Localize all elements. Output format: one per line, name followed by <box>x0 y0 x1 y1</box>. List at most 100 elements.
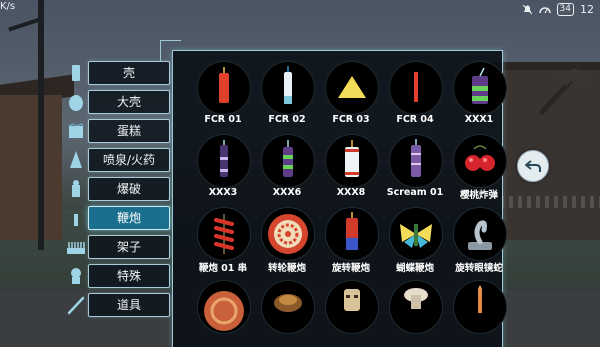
item-thumbnail <box>389 61 443 115</box>
category-tools[interactable]: 道具 <box>62 293 172 317</box>
item-thumbnail <box>389 280 443 334</box>
item-thumbnail <box>261 134 315 188</box>
thin-red-stick-icon <box>414 72 418 102</box>
left-building <box>0 95 62 240</box>
street-lamp-pole <box>38 0 44 250</box>
wheel-firecracker-icon <box>268 214 308 254</box>
item-thumbnail <box>197 61 251 115</box>
item-thumbnail <box>261 61 315 115</box>
category-button[interactable]: 蛋糕 <box>88 119 170 143</box>
category-fountain[interactable]: 喷泉/火药 <box>62 148 172 172</box>
mute-bell-icon <box>522 4 532 15</box>
butterfly-firecracker-icon <box>400 224 432 248</box>
category-shell[interactable]: 壳 <box>62 61 172 85</box>
fountain-cone-icon <box>70 151 82 168</box>
firecracker-icon <box>74 214 78 226</box>
turtle-icon <box>274 294 302 312</box>
white-red-cylinder-icon <box>345 140 359 177</box>
white-firecracker-icon <box>284 66 292 104</box>
item-thumbnail <box>453 207 507 261</box>
item-card[interactable]: FCR 02 <box>255 61 319 139</box>
tool-stick-icon <box>67 296 85 315</box>
item-card[interactable]: 鞭炮 01 串 <box>191 207 255 285</box>
item-thumbnail <box>389 207 443 261</box>
item-thumbnail <box>197 280 251 334</box>
category-button[interactable]: 特殊 <box>88 264 170 288</box>
item-thumbnail <box>453 280 507 334</box>
battery-level: 34 <box>556 3 574 16</box>
item-thumbnail <box>453 134 507 188</box>
item-label: 旋转眼镜蛇 <box>455 263 503 274</box>
yellow-triangle-icon <box>338 76 366 98</box>
purple-scream-cylinder-icon <box>411 139 421 177</box>
big-shell-icon <box>69 95 83 111</box>
item-thumbnail <box>453 61 507 115</box>
item-thumbnail <box>261 207 315 261</box>
category-button[interactable]: 爆破 <box>88 177 170 201</box>
item-panel: FCR 01 FCR 02 FCR 03 FCR 04 XXX1 XXX3 XX… <box>172 50 507 347</box>
category-button-active[interactable]: 鞭炮 <box>88 206 170 230</box>
item-card[interactable]: XXX3 <box>191 134 255 212</box>
item-card[interactable]: 蝴蝶鞭炮 <box>383 207 447 285</box>
cherry-bomb-icon <box>465 145 495 171</box>
item-card[interactable]: FCR 03 <box>319 61 383 139</box>
item-thumbnail <box>325 134 379 188</box>
orange-rocket-icon <box>478 285 482 313</box>
item-card[interactable] <box>447 280 511 347</box>
item-card[interactable]: 旋转眼镜蛇 <box>447 207 511 285</box>
category-blast[interactable]: 爆破 <box>62 177 172 201</box>
game-scene: K/s 34 12 壳 大壳 蛋糕 喷泉/火药 爆破 鞭炮 架子 特殊 道具 F… <box>0 0 600 347</box>
item-card[interactable]: 樱桃炸弹 <box>447 134 511 212</box>
cake-icon <box>68 123 84 138</box>
item-card[interactable]: XXX6 <box>255 134 319 212</box>
item-card[interactable]: XXX1 <box>447 61 511 139</box>
back-arrow-icon <box>525 160 541 172</box>
item-card[interactable]: XXX8 <box>319 134 383 212</box>
blast-icon <box>72 180 80 197</box>
special-icon <box>71 268 81 284</box>
item-card[interactable]: Scream 01 <box>383 134 447 212</box>
category-firecracker[interactable]: 鞭炮 <box>62 206 172 230</box>
item-card[interactable] <box>255 280 319 347</box>
item-label: 樱桃炸弹 <box>459 190 498 201</box>
speed-gauge-icon <box>538 7 551 14</box>
item-thumbnail <box>325 207 379 261</box>
mushroom-icon <box>404 288 428 309</box>
item-card[interactable] <box>319 280 383 347</box>
item-card[interactable] <box>383 280 447 347</box>
category-button[interactable]: 壳 <box>88 61 170 85</box>
item-card[interactable]: 转轮鞭炮 <box>255 207 319 285</box>
category-special[interactable]: 特殊 <box>62 264 172 288</box>
category-button[interactable]: 喷泉/火药 <box>88 148 170 172</box>
purple-green-cylinder-icon <box>472 67 488 104</box>
category-cake[interactable]: 蛋糕 <box>62 119 172 143</box>
item-thumbnail <box>197 207 251 261</box>
round-disc-icon <box>204 291 244 331</box>
purple-stick-icon <box>220 140 228 177</box>
firecracker-string-icon <box>214 214 234 254</box>
clock: 12 <box>580 3 594 16</box>
tiki-icon <box>344 289 360 311</box>
category-button[interactable]: 大壳 <box>88 90 170 114</box>
spinning-firecracker-icon <box>346 212 358 250</box>
network-speed: K/s <box>0 1 16 12</box>
shell-cylinder-icon <box>72 65 80 81</box>
item-card[interactable]: FCR 01 <box>191 61 255 139</box>
back-button[interactable] <box>517 150 549 182</box>
cobra-icon <box>468 220 492 250</box>
item-label: XXX1 <box>464 114 494 125</box>
category-rack[interactable]: 架子 <box>62 235 172 259</box>
item-thumbnail <box>389 134 443 188</box>
category-button[interactable]: 架子 <box>88 235 170 259</box>
purple-green-stick-icon <box>283 140 293 177</box>
item-thumbnail <box>325 61 379 115</box>
rack-icon <box>67 242 85 254</box>
item-card[interactable]: FCR 04 <box>383 61 447 139</box>
category-button[interactable]: 道具 <box>88 293 170 317</box>
category-big-shell[interactable]: 大壳 <box>62 90 172 114</box>
item-card[interactable]: 旋转鞭炮 <box>319 207 383 285</box>
item-thumbnail <box>325 280 379 334</box>
item-thumbnail <box>261 280 315 334</box>
item-card[interactable] <box>191 280 255 347</box>
status-bar: 34 12 <box>522 3 594 16</box>
